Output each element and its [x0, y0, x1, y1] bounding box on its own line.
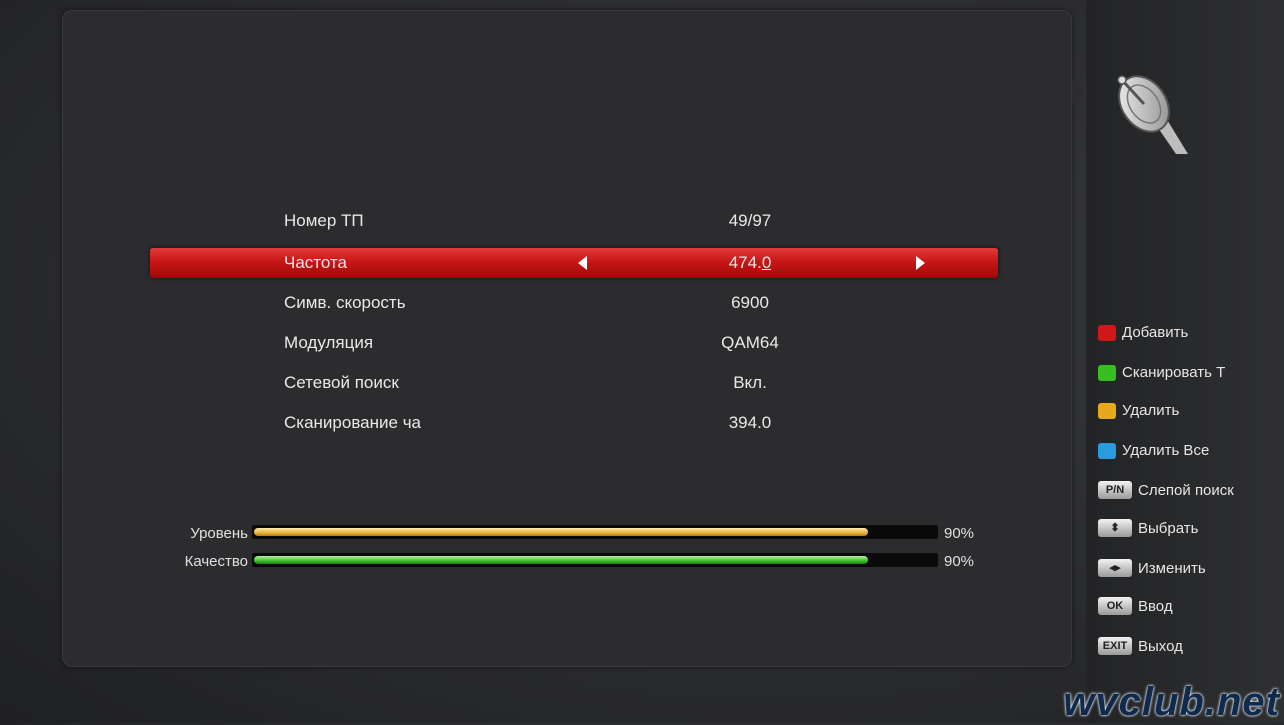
- field-row-network-search[interactable]: Сетевой поиск Вкл.: [150, 368, 998, 398]
- key-label: Слепой поиск: [1138, 482, 1234, 499]
- ok-key-icon: OK: [1098, 597, 1132, 615]
- key-label: Изменить: [1138, 560, 1206, 577]
- arrow-left-icon[interactable]: [578, 256, 587, 270]
- watermark: wvclub.net: [1063, 680, 1280, 724]
- field-row-modulation[interactable]: Модуляция QAM64: [150, 328, 998, 358]
- field-value: Вкл.: [733, 373, 767, 392]
- field-row-symbol-rate[interactable]: Симв. скорость 6900: [150, 288, 998, 318]
- quality-percent: 90%: [944, 553, 975, 570]
- frequency-cursor-digit: 0: [761, 253, 772, 272]
- field-label: Симв. скорость: [284, 293, 406, 312]
- satellite-dish-icon: [1117, 75, 1188, 154]
- yellow-key-icon: [1098, 403, 1116, 419]
- key-label: Добавить: [1122, 324, 1189, 341]
- field-label: Частота: [284, 253, 348, 272]
- field-label: Модуляция: [284, 333, 374, 352]
- field-row-frequency[interactable]: Частота 474.0: [150, 248, 998, 278]
- field-value: 49/97: [728, 211, 772, 230]
- key-label: Выбрать: [1138, 520, 1199, 537]
- field-row-scan-channel[interactable]: Сканирование ча 394.0: [150, 408, 998, 438]
- level-label: Уровень: [190, 525, 248, 542]
- quality-bar-fill: [254, 556, 868, 564]
- field-label: Сканирование ча: [284, 413, 422, 432]
- key-label: Удалить Все: [1122, 442, 1210, 459]
- field-row-tp-number[interactable]: Номер ТП 49/97: [150, 206, 998, 236]
- blue-key-icon: [1098, 443, 1116, 459]
- level-bar-fill: [254, 528, 868, 536]
- pn-key-icon: P/N: [1098, 481, 1132, 499]
- field-value: 6900: [731, 293, 769, 312]
- left-right-arrow-icon: ◂▸: [1098, 559, 1132, 577]
- up-down-arrow-icon: ⬍: [1098, 519, 1132, 537]
- field-value: QAM64: [721, 333, 779, 352]
- red-key-icon: [1098, 325, 1116, 341]
- field-value[interactable]: 474.0: [650, 248, 850, 278]
- arrow-right-icon[interactable]: [916, 256, 925, 270]
- field-value: 394.0: [728, 413, 772, 432]
- level-bar: [252, 525, 938, 539]
- green-key-icon: [1098, 365, 1116, 381]
- key-label: Ввод: [1138, 598, 1173, 615]
- quality-bar: [252, 553, 938, 567]
- key-label: Сканировать Т: [1122, 364, 1226, 381]
- quality-label: Качество: [184, 553, 248, 570]
- panel-notch: [1072, 80, 1084, 104]
- exit-key-icon: EXIT: [1098, 637, 1132, 655]
- field-label: Сетевой поиск: [284, 373, 399, 392]
- key-label: Удалить: [1122, 402, 1180, 419]
- frequency-value-main: 474.: [728, 253, 762, 272]
- key-label: Выход: [1138, 638, 1183, 655]
- field-label: Номер ТП: [284, 211, 364, 230]
- level-percent: 90%: [944, 525, 975, 542]
